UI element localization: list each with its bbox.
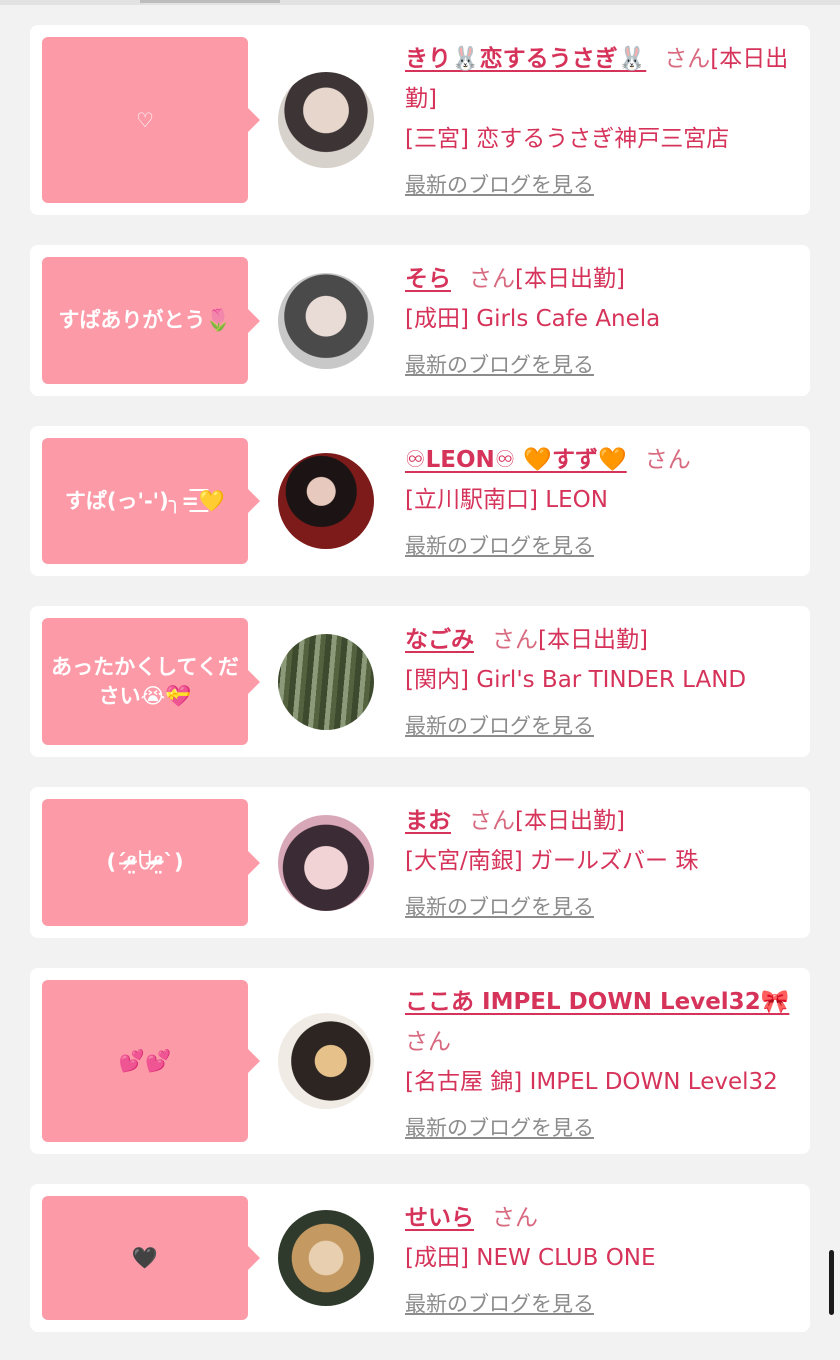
girl-name-link[interactable]: ♾LEON♾ 🧡すず🧡	[405, 447, 627, 473]
message-bubble: 🖤	[42, 1196, 260, 1320]
shop-name: [立川駅南口] LEON	[405, 487, 608, 513]
latest-blog-link[interactable]: 最新のブログを見る	[405, 349, 594, 379]
girl-card: ♡ きり🐰恋するうさぎ🐰 さん[本日出勤] [三宮] 恋するうさぎ神戸三宮店 最新…	[30, 25, 810, 215]
shop-name: [関内] Girl's Bar TINDER LAND	[405, 667, 747, 693]
status-badge: [本日出勤]	[515, 266, 625, 292]
card-info: せいら さん [成田] NEW CLUB ONE 最新のブログを見る	[405, 1198, 796, 1318]
girl-name-link[interactable]: せいら	[405, 1205, 474, 1231]
card-info: ここあ IMPEL DOWN Level32🎀 さん [名古屋 錦] IMPEL …	[405, 982, 796, 1142]
girl-card: すぱありがとう🌷 そら さん[本日出勤] [成田] Girls Cafe Anel…	[30, 245, 810, 396]
girl-card: あったかくしてください😭💝 なごみ さん[本日出勤] [関内] Girl's Ba…	[30, 606, 810, 757]
honorific: さん	[405, 1029, 451, 1055]
girl-name-link[interactable]: なごみ	[405, 627, 474, 653]
latest-blog-link[interactable]: 最新のブログを見る	[405, 1112, 594, 1142]
status-badge: [本日出勤]	[538, 627, 648, 653]
avatar[interactable]	[278, 273, 374, 369]
girl-name-link[interactable]: そら	[405, 266, 451, 292]
girls-list: ♡ きり🐰恋するうさぎ🐰 さん[本日出勤] [三宮] 恋するうさぎ神戸三宮店 最新…	[30, 25, 810, 1332]
latest-blog-link[interactable]: 最新のブログを見る	[405, 710, 594, 740]
honorific: さん	[492, 1205, 538, 1231]
honorific: さん	[469, 808, 515, 834]
honorific: さん	[644, 447, 691, 473]
avatar[interactable]	[278, 1013, 374, 1109]
message-bubble: すぱありがとう🌷	[42, 257, 260, 384]
latest-blog-link[interactable]: 最新のブログを見る	[405, 169, 594, 199]
shop-name: [大宮/南銀] ガールズバー 珠	[405, 848, 699, 874]
latest-blog-link[interactable]: 最新のブログを見る	[405, 891, 594, 921]
girl-name-link[interactable]: ここあ IMPEL DOWN Level32🎀	[405, 989, 789, 1015]
card-info: そら さん[本日出勤] [成田] Girls Cafe Anela 最新のブログを…	[405, 259, 796, 379]
honorific: さん	[492, 627, 538, 653]
message-bubble: (ˊᵒ̴̶̷̤ꇴᵒ̴̶̷̤ˋ)	[42, 799, 260, 926]
avatar[interactable]	[278, 634, 374, 730]
card-info: まお さん[本日出勤] [大宮/南銀] ガールズバー 珠 最新のブログを見る	[405, 801, 796, 921]
shop-name: [三宮] 恋するうさぎ神戸三宮店	[405, 126, 730, 152]
message-bubble: あったかくしてください😭💝	[42, 618, 260, 745]
honorific: さん	[469, 266, 515, 292]
status-badge: [本日出勤]	[515, 808, 625, 834]
honorific: さん	[664, 46, 711, 72]
avatar[interactable]	[278, 72, 374, 168]
card-info: ♾LEON♾ 🧡すず🧡 さん [立川駅南口] LEON 最新のブログを見る	[405, 440, 796, 560]
girl-card: 💕💕 ここあ IMPEL DOWN Level32🎀 さん [名古屋 錦] IMP…	[30, 968, 810, 1154]
latest-blog-link[interactable]: 最新のブログを見る	[405, 530, 594, 560]
shop-name: [名古屋 錦] IMPEL DOWN Level32	[405, 1069, 778, 1095]
girl-card: すぱ(っ'-')╮=͟͟͞͞💛 ♾LEON♾ 🧡すず🧡 さん [立川駅南口] LE…	[30, 426, 810, 576]
girl-card: (ˊᵒ̴̶̷̤ꇴᵒ̴̶̷̤ˋ) まお さん[本日出勤] [大宮/南銀] ガールズバ…	[30, 787, 810, 938]
scrollbar[interactable]	[829, 1250, 834, 1315]
avatar[interactable]	[278, 1210, 374, 1306]
top-divider	[0, 0, 840, 5]
card-info: きり🐰恋するうさぎ🐰 さん[本日出勤] [三宮] 恋するうさぎ神戸三宮店 最新のブ…	[405, 39, 796, 199]
girl-name-link[interactable]: まお	[405, 808, 451, 834]
avatar[interactable]	[278, 815, 374, 911]
shop-name: [成田] Girls Cafe Anela	[405, 306, 661, 332]
message-bubble: すぱ(っ'-')╮=͟͟͞͞💛	[42, 438, 260, 564]
girl-card: 🖤 せいら さん [成田] NEW CLUB ONE 最新のブログを見る	[30, 1184, 810, 1332]
shop-name: [成田] NEW CLUB ONE	[405, 1245, 656, 1271]
avatar[interactable]	[278, 453, 374, 549]
message-bubble: ♡	[42, 37, 260, 203]
latest-blog-link[interactable]: 最新のブログを見る	[405, 1288, 594, 1318]
girl-name-link[interactable]: きり🐰恋するうさぎ🐰	[405, 46, 646, 72]
message-bubble: 💕💕	[42, 980, 260, 1142]
card-info: なごみ さん[本日出勤] [関内] Girl's Bar TINDER LAND …	[405, 620, 796, 740]
